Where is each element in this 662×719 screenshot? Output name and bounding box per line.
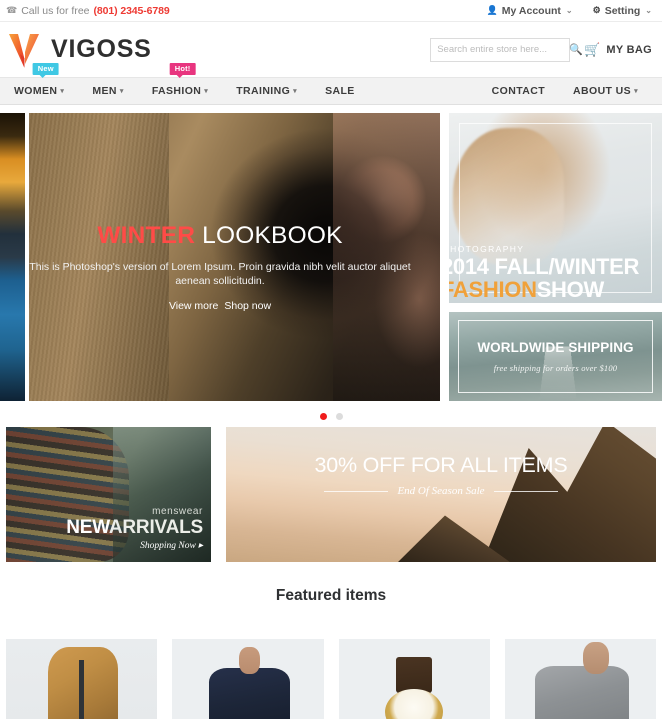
site-header: VIGOSS 🔍 🛒 MY BAG <box>0 22 662 77</box>
decorative-rule-left <box>324 490 389 492</box>
call-us-label: Call us for free <box>21 4 90 17</box>
user-icon: 👤 <box>486 5 498 15</box>
top-bar-links: 👤 My Account ⌄ ⚙ Setting ⌄ <box>487 5 652 17</box>
setting-label: Setting <box>604 4 641 17</box>
badge-hot: Hot! <box>169 63 196 78</box>
my-bag-label: MY BAG <box>606 43 652 56</box>
hero-side-banners: PHOTOGRAPHY 2014 FALL/WINTER FASHIONSHOW… <box>449 113 662 401</box>
season-sale-subtitle-row: End Of Season Sale <box>226 485 656 497</box>
chevron-down-icon: ▾ <box>119 88 124 95</box>
nav-item-contact[interactable]: CONTACT <box>486 77 559 105</box>
fashion-show-banner[interactable]: PHOTOGRAPHY 2014 FALL/WINTER FASHIONSHOW <box>449 113 662 303</box>
brand-logo[interactable]: VIGOSS <box>8 31 152 69</box>
nav-item-about-us[interactable]: ABOUT US ▾ <box>559 77 652 105</box>
hero-title-accent: WINTER <box>97 222 196 249</box>
decorative-rule-right <box>493 490 558 492</box>
shipping-banner-title: WORLDWIDE SHIPPING <box>477 340 634 355</box>
nav-label-fashion: FASHION <box>151 85 202 97</box>
gear-icon: ⚙ <box>592 5 601 15</box>
chevron-down-icon: ▾ <box>634 88 638 95</box>
fashion-banner-rest: SHOW <box>536 276 605 302</box>
nav-label-men: MEN <box>92 85 117 97</box>
shipping-banner-frame: WORLDWIDE SHIPPING free shipping for ord… <box>458 320 653 393</box>
nav-label-sale: SALE <box>325 85 355 97</box>
hero-links: View more Shop now <box>12 300 428 312</box>
contact-info: ☎ Call us for free (801) 2345-6789 <box>6 5 170 17</box>
season-sale-text: 30% OFF FOR ALL ITEMS End Of Season Sale <box>226 453 656 497</box>
product-card-tan-puffer-vest[interactable] <box>6 639 158 719</box>
nav-label-training: TRAINING <box>236 85 291 97</box>
product-card-navy-blazer[interactable] <box>172 639 324 719</box>
phone-number[interactable]: (801) 2345-6789 <box>94 5 170 17</box>
search-box[interactable]: 🔍 <box>430 37 583 62</box>
header-actions: 🔍 🛒 MY BAG <box>430 37 652 62</box>
shopping-cart-icon: 🛒 <box>584 41 601 57</box>
hero-slider[interactable]: WINTER LOOKBOOK This is Photoshop's vers… <box>0 113 440 401</box>
nav-label-contact: CONTACT <box>491 85 546 97</box>
chevron-down-icon: ▾ <box>60 88 65 95</box>
chevron-down-icon: ▾ <box>204 88 209 95</box>
fashion-banner-line1: 2014 FALL/WINTER <box>449 254 640 280</box>
hero-shop-now-link[interactable]: Shop now <box>224 300 271 312</box>
season-sale-subtitle: End Of Season Sale <box>397 485 485 497</box>
my-account-label: My Account <box>501 4 561 17</box>
chevron-down-icon: ⌄ <box>645 6 652 15</box>
season-sale-title: 30% OFF FOR ALL ITEMS <box>314 453 568 477</box>
setting-menu[interactable]: ⚙ Setting ⌄ <box>593 5 652 17</box>
product-card-leather-strap-watch[interactable] <box>338 639 490 719</box>
search-input[interactable] <box>437 44 570 55</box>
new-arrivals-title-b: ARRIVALS <box>108 517 203 539</box>
new-arrivals-title-a: NEW <box>66 517 109 539</box>
season-sale-banner[interactable]: 30% OFF FOR ALL ITEMS End Of Season Sale <box>226 427 656 562</box>
nav-label-about-us: ABOUT US <box>573 85 632 97</box>
hero-title: WINTER LOOKBOOK <box>12 222 428 250</box>
new-arrivals-banner[interactable]: menswear NEWARRIVALS Shopping Now ▸ <box>6 427 211 562</box>
hero-view-more-link[interactable]: View more <box>169 300 218 312</box>
slider-dot-1[interactable] <box>319 412 327 420</box>
nav-left-group: New WOMEN ▾ MEN ▾ Hot! FASHION ▾ TRAININ… <box>8 63 369 105</box>
fashion-banner-text: PHOTOGRAPHY 2014 FALL/WINTER FASHIONSHOW <box>449 245 639 301</box>
hero-section: WINTER LOOKBOOK This is Photoshop's vers… <box>0 113 662 401</box>
my-bag-button[interactable]: 🛒 MY BAG <box>584 42 652 58</box>
slider-pagination <box>0 405 662 427</box>
nav-item-fashion[interactable]: Hot! FASHION ▾ <box>138 63 222 105</box>
chevron-down-icon: ▾ <box>293 88 298 95</box>
top-bar: ☎ Call us for free (801) 2345-6789 👤 My … <box>0 0 662 22</box>
chevron-down-icon: ⌄ <box>565 6 573 15</box>
hero-description: This is Photoshop's version of Lorem Ips… <box>29 260 411 288</box>
phone-icon: ☎ <box>6 5 18 15</box>
new-arrivals-kicker: menswear <box>152 505 203 517</box>
brand-name: VIGOSS <box>51 35 152 63</box>
nav-item-sale[interactable]: SALE <box>311 77 369 105</box>
my-account-menu[interactable]: 👤 My Account ⌄ <box>487 5 573 17</box>
slider-dot-2[interactable] <box>335 412 343 420</box>
new-arrivals-cta[interactable]: Shopping Now ▸ <box>66 541 203 552</box>
search-icon[interactable]: 🔍 <box>569 43 583 56</box>
fashion-banner-accent: FASHION <box>449 276 537 302</box>
featured-products-grid <box>0 639 662 719</box>
worldwide-shipping-banner[interactable]: WORLDWIDE SHIPPING free shipping for ord… <box>449 312 662 401</box>
product-card-gray-sweater[interactable] <box>504 639 656 719</box>
nav-right-group: CONTACT ABOUT US ▾ <box>486 77 652 105</box>
hero-title-rest: LOOKBOOK <box>202 222 343 249</box>
nav-item-men[interactable]: MEN ▾ <box>78 77 137 105</box>
nav-item-women[interactable]: New WOMEN ▾ <box>8 63 78 105</box>
hero-caption: WINTER LOOKBOOK This is Photoshop's vers… <box>0 222 440 312</box>
badge-new: New <box>32 63 59 78</box>
new-arrivals-title: NEWARRIVALS <box>66 518 203 538</box>
nav-label-women: WOMEN <box>14 85 58 97</box>
featured-items-heading: Featured items <box>275 587 387 604</box>
main-navigation: New WOMEN ▾ MEN ▾ Hot! FASHION ▾ TRAININ… <box>0 63 662 105</box>
nav-item-training[interactable]: TRAINING ▾ <box>222 77 311 105</box>
fashion-banner-line2: FASHIONSHOW <box>449 276 639 302</box>
fashion-banner-kicker: PHOTOGRAPHY <box>449 244 525 255</box>
promo-row: menswear NEWARRIVALS Shopping Now ▸ 30% … <box>0 427 662 562</box>
new-arrivals-text: menswear NEWARRIVALS Shopping Now ▸ <box>66 505 203 552</box>
shipping-banner-subtitle: free shipping for orders over $100 <box>493 363 618 373</box>
